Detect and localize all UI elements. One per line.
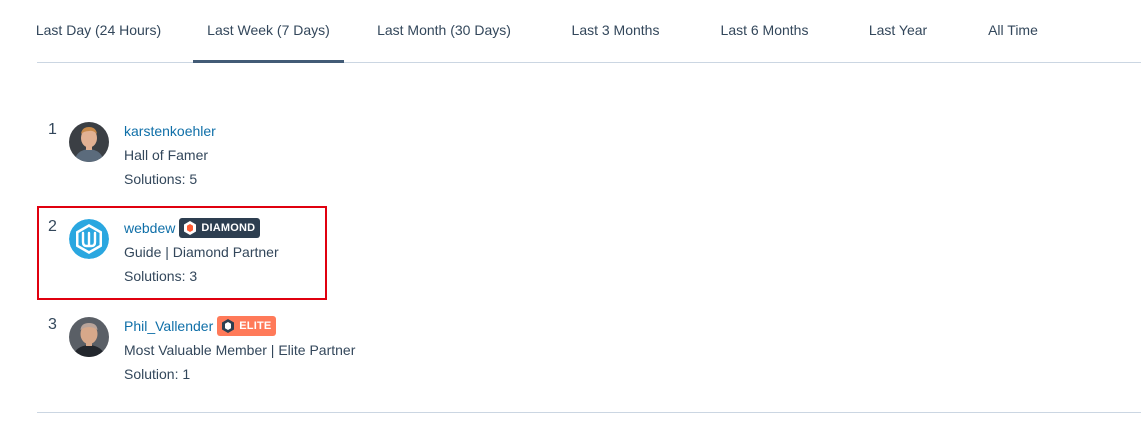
tab-label: Last Year bbox=[868, 22, 928, 38]
tab-label: Last Week (7 Days) bbox=[207, 22, 330, 38]
tab-last-week[interactable]: Last Week (7 Days) bbox=[193, 0, 344, 63]
leaderboard-page: Last Day (24 Hours) Last Week (7 Days) L… bbox=[0, 0, 1141, 435]
tab-last-year[interactable]: Last Year bbox=[868, 0, 928, 62]
rank-number: 1 bbox=[48, 121, 57, 138]
tab-label: Last 6 Months bbox=[720, 22, 809, 38]
solutions-count: Solutions: 5 bbox=[124, 171, 198, 187]
avatar[interactable] bbox=[69, 317, 109, 357]
divider bbox=[37, 412, 1141, 413]
member-title: Hall of Famer bbox=[124, 147, 209, 163]
tab-label: Last Month (30 Days) bbox=[377, 22, 511, 38]
time-range-tabs: Last Day (24 Hours) Last Week (7 Days) L… bbox=[35, 0, 1141, 63]
highlight-box bbox=[37, 206, 327, 300]
tab-label: All Time bbox=[988, 22, 1038, 38]
tab-last-3-months[interactable]: Last 3 Months bbox=[571, 0, 660, 62]
tab-all-time[interactable]: All Time bbox=[987, 0, 1039, 62]
badge-label: ELITE bbox=[239, 320, 272, 332]
leader-info: karstenkoehler Hall of Famer Solutions: … bbox=[124, 121, 216, 189]
rank-number: 3 bbox=[48, 316, 57, 333]
tab-label: Last 3 Months bbox=[571, 22, 660, 38]
tab-last-month[interactable]: Last Month (30 Days) bbox=[377, 0, 511, 62]
hexagon-icon bbox=[220, 318, 236, 334]
tab-label: Last Day (24 Hours) bbox=[35, 22, 162, 38]
username-link[interactable]: Phil_Vallender bbox=[124, 316, 213, 336]
elite-badge: ELITE bbox=[217, 316, 277, 336]
avatar[interactable] bbox=[69, 122, 109, 162]
person-photo-icon bbox=[69, 122, 109, 162]
tab-last-day[interactable]: Last Day (24 Hours) bbox=[35, 0, 162, 62]
username-link[interactable]: karstenkoehler bbox=[124, 121, 216, 141]
solutions-count: Solution: 1 bbox=[124, 366, 191, 382]
tab-last-6-months[interactable]: Last 6 Months bbox=[720, 0, 809, 62]
leader-info: Phil_Vallender ELITE Most Valuable Member… bbox=[124, 316, 355, 384]
member-title: Most Valuable Member | Elite Partner bbox=[124, 342, 356, 358]
person-photo-icon bbox=[69, 317, 109, 357]
